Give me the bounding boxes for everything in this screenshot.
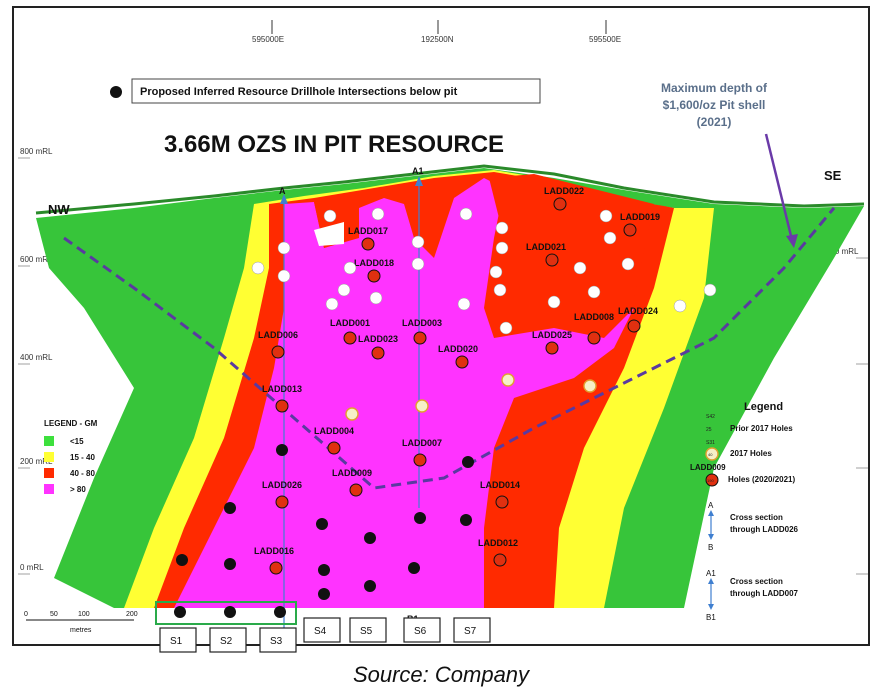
svg-text:S2: S2	[220, 636, 233, 647]
section-box-s5[interactable]: S5	[349, 617, 387, 643]
section-box-s6[interactable]: S6	[403, 617, 441, 643]
section-box-s4[interactable]: S4	[303, 617, 341, 643]
svg-text:S1: S1	[170, 636, 183, 647]
svg-text:S5: S5	[360, 626, 373, 637]
source-caption: Source: Company	[352, 662, 530, 687]
svg-text:S6: S6	[414, 626, 427, 637]
section-box-s2[interactable]: S2	[209, 627, 247, 653]
section-boxes: S1 S2 S3 S4 S5 S6 S7	[159, 617, 491, 653]
svg-text:S4: S4	[314, 626, 327, 637]
svg-text:S7: S7	[464, 626, 477, 637]
section-box-s3[interactable]: S3	[259, 627, 297, 653]
section-box-s7[interactable]: S7	[453, 617, 491, 643]
svg-text:S3: S3	[270, 636, 283, 647]
section-box-s1[interactable]: S1	[159, 627, 197, 653]
